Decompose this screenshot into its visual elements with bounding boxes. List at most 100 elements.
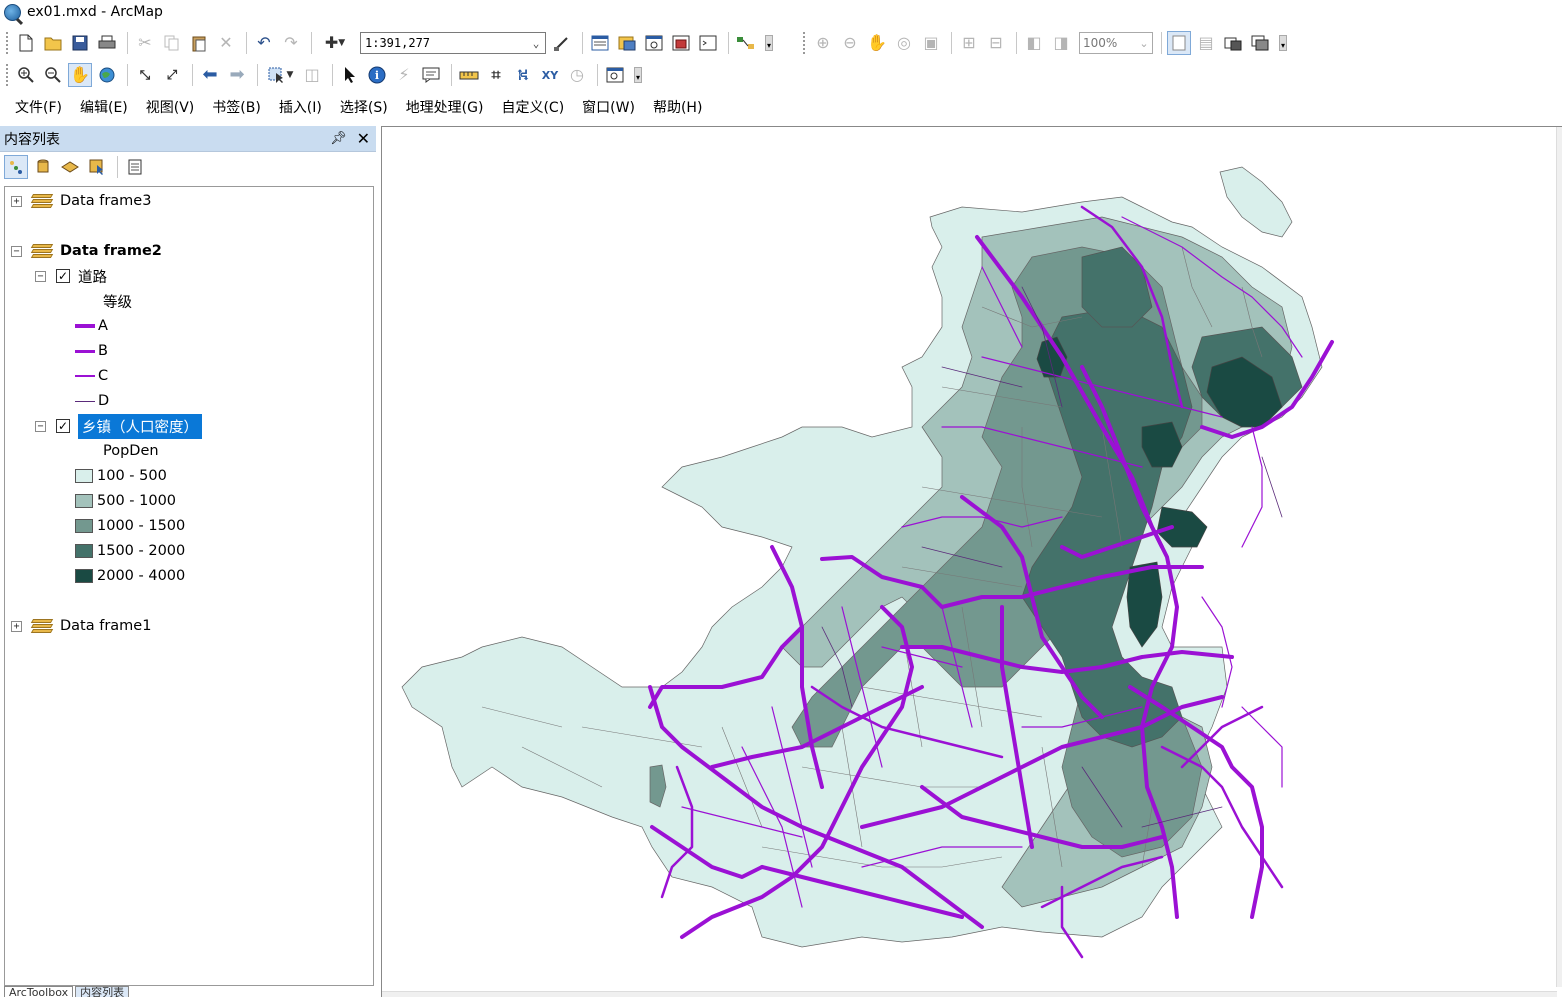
list-by-visibility-icon[interactable]: [58, 155, 82, 179]
select-elements-icon[interactable]: [338, 63, 362, 87]
measure-icon[interactable]: [457, 63, 481, 87]
layout-zoom-out-icon[interactable]: ⊖: [838, 31, 862, 55]
select-features-icon[interactable]: ▼: [263, 63, 297, 87]
go-to-xy-icon[interactable]: XY: [538, 63, 562, 87]
next-extent-icon[interactable]: ◨: [1049, 31, 1073, 55]
horizontal-scrollbar[interactable]: [382, 991, 1557, 997]
save-icon[interactable]: [68, 31, 92, 55]
html-popup-icon[interactable]: [419, 63, 443, 87]
toolbar-options-icon[interactable]: ▾: [765, 35, 773, 51]
layer-visibility-checkbox[interactable]: ✓: [56, 269, 70, 283]
legend-class-row[interactable]: B: [75, 340, 108, 362]
add-data-icon[interactable]: ✚ ▼: [317, 31, 353, 55]
pan-icon[interactable]: ✋: [68, 63, 92, 87]
fixed-zoom-out-map-icon[interactable]: ⤢: [160, 63, 184, 87]
zoom-in-icon[interactable]: [14, 63, 38, 87]
previous-extent-icon[interactable]: ◧: [1022, 31, 1046, 55]
layout-zoom-in-icon[interactable]: ⊕: [811, 31, 835, 55]
legend-class-row[interactable]: A: [75, 315, 108, 337]
options-icon[interactable]: [123, 155, 147, 179]
find-route-icon[interactable]: ⛕: [511, 63, 535, 87]
collapse-icon[interactable]: −: [11, 245, 22, 257]
menu-selection[interactable]: 选择(S): [333, 96, 395, 120]
legend-class-row[interactable]: 500 - 1000: [75, 490, 176, 512]
map-canvas[interactable]: [382, 127, 1556, 991]
table-of-contents-icon[interactable]: [588, 31, 612, 55]
menu-file[interactable]: 文件(F): [8, 96, 69, 120]
fixed-zoom-in-map-icon[interactable]: ⤡: [133, 63, 157, 87]
editor-toolbar-icon[interactable]: [550, 31, 574, 55]
undo-icon[interactable]: ↶: [252, 31, 276, 55]
arctoolbox-icon[interactable]: [669, 31, 693, 55]
data-frame-row[interactable]: + Data frame3: [11, 190, 151, 212]
menu-insert[interactable]: 插入(I): [272, 96, 329, 120]
open-folder-icon[interactable]: [41, 31, 65, 55]
menu-view[interactable]: 视图(V): [139, 96, 202, 120]
menu-bookmarks[interactable]: 书签(B): [205, 96, 268, 120]
collapse-icon[interactable]: −: [35, 270, 46, 282]
expand-icon[interactable]: +: [11, 620, 22, 632]
fixed-zoom-in-icon[interactable]: ⊞: [957, 31, 981, 55]
fixed-zoom-out-icon[interactable]: ⊟: [984, 31, 1008, 55]
menu-help[interactable]: 帮助(H): [646, 96, 709, 120]
delete-icon[interactable]: ✕: [214, 31, 238, 55]
toolbar-options-icon[interactable]: ▾: [1279, 35, 1287, 51]
copy-icon[interactable]: [160, 31, 184, 55]
go-forward-extent-icon[interactable]: ➡: [225, 63, 249, 87]
menu-windows[interactable]: 窗口(W): [575, 96, 642, 120]
collapse-icon[interactable]: −: [35, 420, 46, 432]
vertical-scrollbar[interactable]: [1556, 127, 1562, 987]
toolbar-options-icon[interactable]: ▾: [634, 67, 642, 83]
go-back-extent-icon[interactable]: ⬅: [198, 63, 222, 87]
map-view[interactable]: [381, 126, 1562, 997]
close-icon[interactable]: ✕: [357, 129, 370, 148]
paste-icon[interactable]: [187, 31, 211, 55]
layout-zoom-dropdown[interactable]: 100% ⌄: [1079, 32, 1153, 54]
catalog-icon[interactable]: [615, 31, 639, 55]
layer-visibility-checkbox[interactable]: ✓: [56, 419, 70, 433]
zoom-whole-page-icon[interactable]: ◎: [892, 31, 916, 55]
layer-row-roads[interactable]: − ✓ 道路: [35, 265, 107, 287]
legend-class-row[interactable]: D: [75, 390, 109, 412]
toolbar-grip[interactable]: [6, 32, 10, 54]
full-extent-icon[interactable]: [95, 63, 119, 87]
layer-row-towns[interactable]: − ✓ 乡镇（人口密度）: [35, 413, 202, 439]
menu-customize[interactable]: 自定义(C): [494, 96, 571, 120]
legend-class-row[interactable]: 2000 - 4000: [75, 565, 185, 587]
new-document-icon[interactable]: [14, 31, 38, 55]
tab-arctoolbox[interactable]: ArcToolbox: [4, 986, 74, 997]
hyperlink-icon[interactable]: ⚡: [392, 63, 416, 87]
layout-pan-icon[interactable]: ✋: [865, 31, 889, 55]
data-frame-row-active[interactable]: − Data frame2: [11, 240, 162, 262]
legend-class-row[interactable]: C: [75, 365, 108, 387]
map-scale-dropdown[interactable]: 1:391,277 ⌄: [360, 32, 546, 54]
legend-class-row[interactable]: 1500 - 2000: [75, 540, 185, 562]
data-driven-pages-icon[interactable]: [1248, 31, 1272, 55]
legend-class-row[interactable]: 100 - 500: [75, 465, 167, 487]
model-builder-icon[interactable]: [734, 31, 758, 55]
menu-geoprocessing[interactable]: 地理处理(G): [399, 96, 491, 120]
legend-class-row[interactable]: 1000 - 1500: [75, 515, 185, 537]
create-viewer-window-icon[interactable]: [603, 63, 627, 87]
list-by-drawing-order-icon[interactable]: [4, 155, 28, 179]
list-by-source-icon[interactable]: [31, 155, 55, 179]
zoom-out-icon[interactable]: [41, 63, 65, 87]
pin-icon[interactable]: 📌︎: [330, 131, 347, 146]
redo-icon[interactable]: ↷: [279, 31, 303, 55]
expand-icon[interactable]: +: [11, 195, 22, 207]
data-frame-row[interactable]: + Data frame1: [11, 615, 151, 637]
toolbar-grip[interactable]: [6, 64, 10, 86]
identify-icon[interactable]: i: [365, 63, 389, 87]
focus-data-frame-icon[interactable]: ▤: [1194, 31, 1218, 55]
find-icon[interactable]: ⌗: [484, 63, 508, 87]
cut-icon[interactable]: ✂: [133, 31, 157, 55]
print-icon[interactable]: [95, 31, 119, 55]
time-slider-icon[interactable]: ◷: [565, 63, 589, 87]
python-window-icon[interactable]: [696, 31, 720, 55]
search-window-icon[interactable]: [642, 31, 666, 55]
clear-selection-icon[interactable]: ◫: [300, 63, 324, 87]
tab-table-of-contents[interactable]: 内容列表: [75, 986, 130, 997]
list-by-selection-icon[interactable]: [85, 155, 109, 179]
zoom-100-percent-icon[interactable]: ▣: [919, 31, 943, 55]
toolbar-grip[interactable]: [803, 32, 807, 54]
